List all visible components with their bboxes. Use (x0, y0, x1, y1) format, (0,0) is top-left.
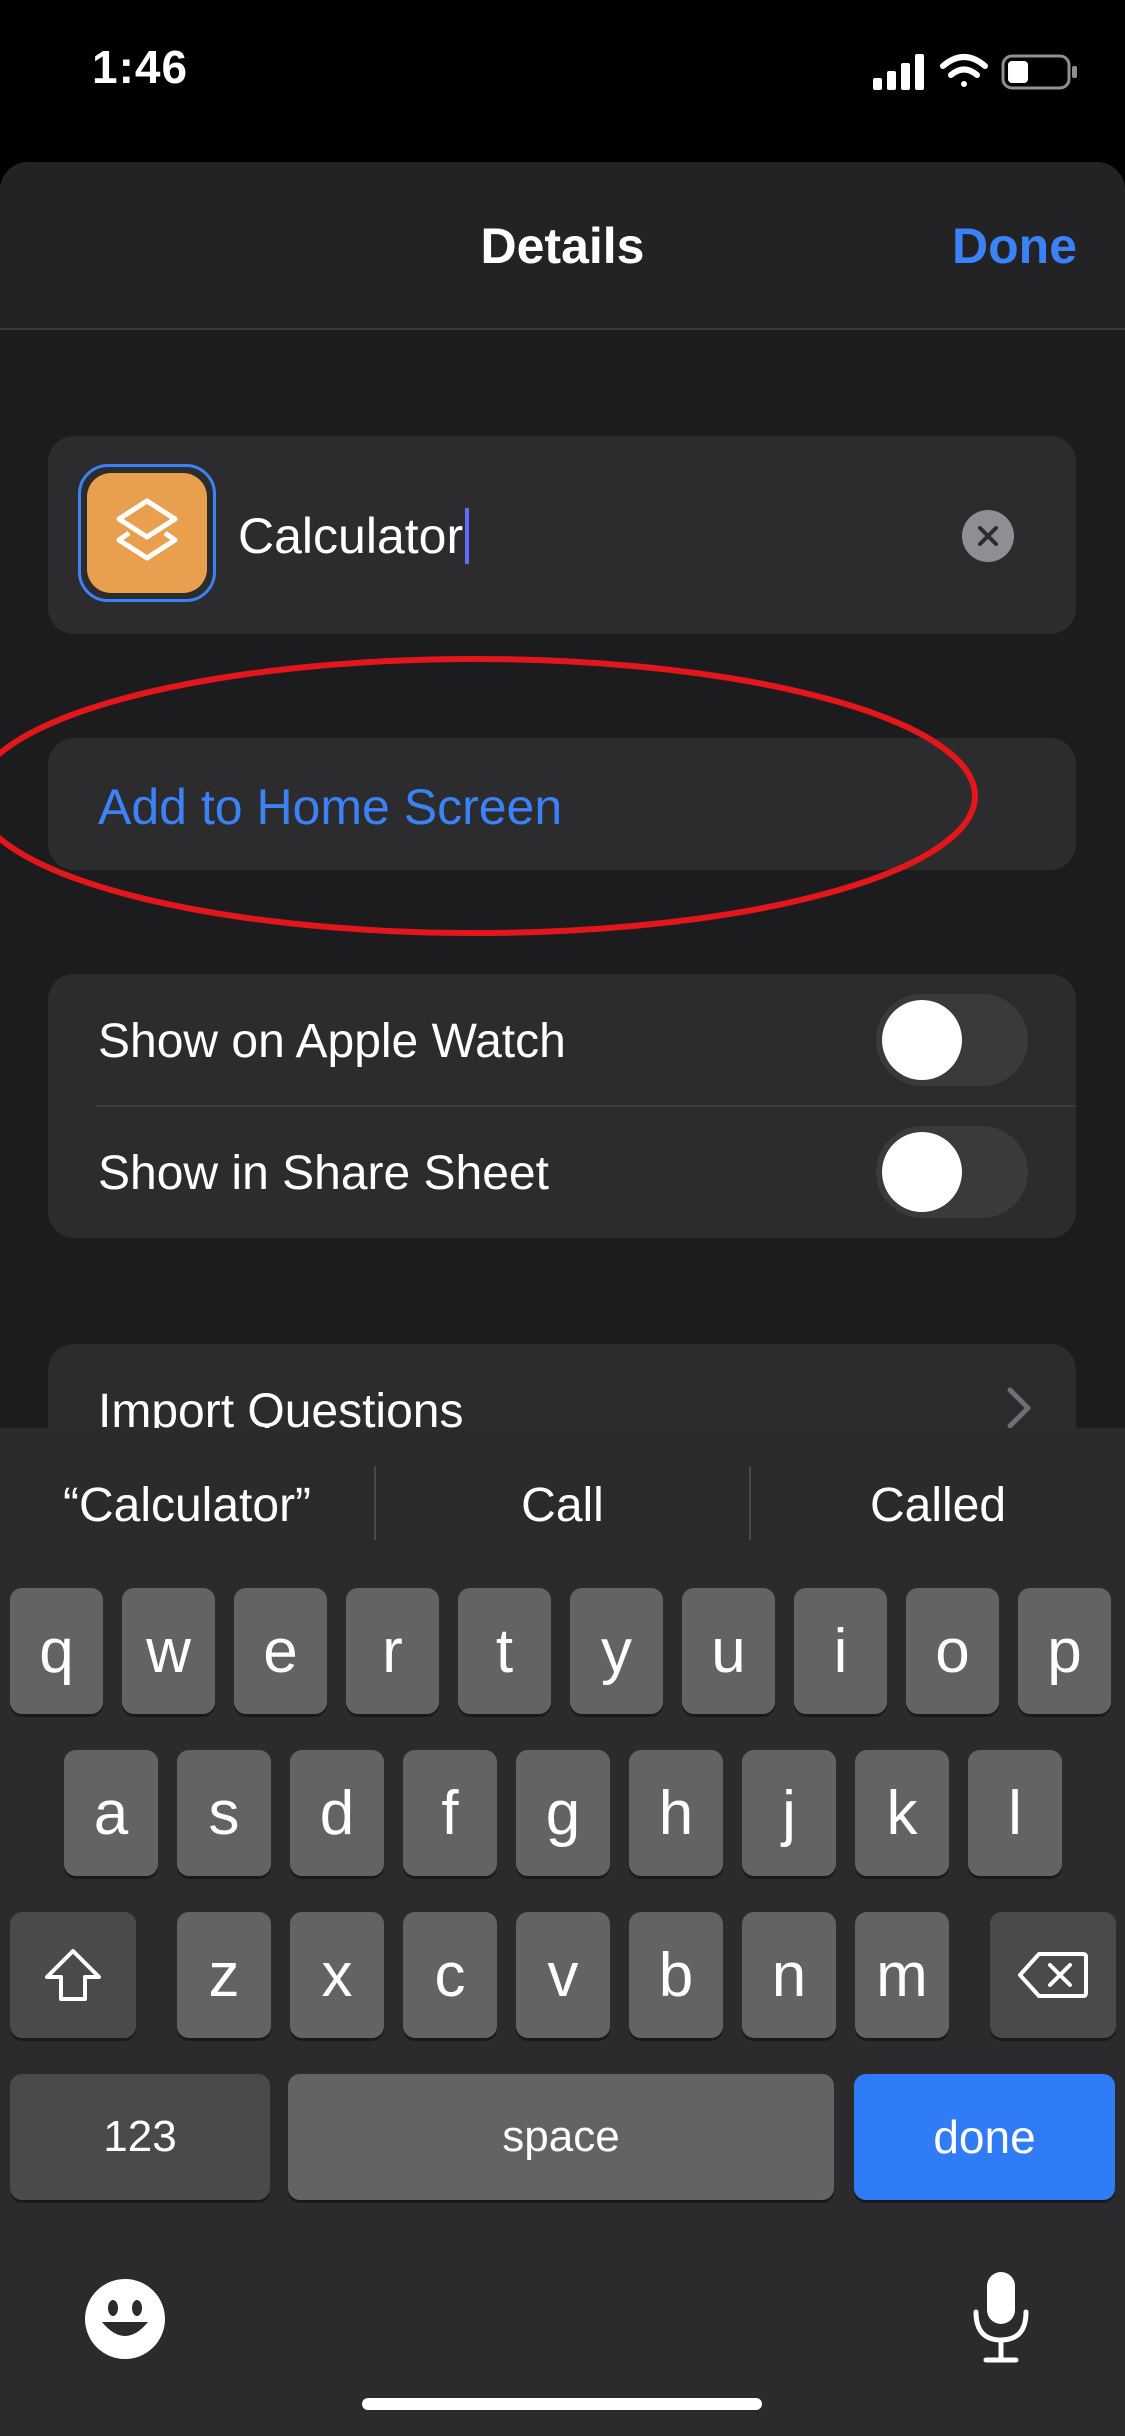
status-icons (873, 52, 1081, 92)
key-z[interactable]: z (177, 1912, 271, 2038)
numbers-key[interactable]: 123 (10, 2074, 270, 2200)
microphone-icon[interactable] (968, 2268, 1034, 2368)
status-bar: 1:46 (0, 0, 1125, 150)
signal-icon (873, 54, 924, 90)
shortcut-name-input[interactable]: Calculator (238, 500, 938, 572)
suggestion-2[interactable]: Call (376, 1478, 749, 1533)
switch-knob (882, 1000, 962, 1080)
suggestion-bar: “Calculator” Call Called (0, 1428, 1125, 1578)
add-to-home-screen-label: Add to Home Screen (98, 779, 563, 835)
layers-icon (87, 473, 207, 593)
wifi-icon (940, 54, 988, 87)
show-in-share-sheet-switch[interactable] (876, 1126, 1028, 1218)
suggestion-1[interactable]: “Calculator” (0, 1478, 374, 1533)
key-o[interactable]: o (906, 1588, 999, 1714)
space-key[interactable]: space (288, 2074, 834, 2200)
key-d[interactable]: d (290, 1750, 384, 1876)
backspace-icon (1018, 1952, 1088, 1998)
key-r[interactable]: r (346, 1588, 439, 1714)
key-u[interactable]: u (682, 1588, 775, 1714)
add-to-home-screen-button[interactable]: Add to Home Screen (48, 738, 1076, 870)
key-b[interactable]: b (629, 1912, 723, 2038)
shift-icon (45, 1949, 101, 2001)
toggle-row-share-sheet: Show in Share Sheet (48, 1106, 1076, 1238)
key-q[interactable]: q (10, 1588, 103, 1714)
key-m[interactable]: m (855, 1912, 949, 2038)
key-y[interactable]: y (570, 1588, 663, 1714)
nav-bar: Details Done (0, 162, 1125, 330)
key-k[interactable]: k (855, 1750, 949, 1876)
key-w[interactable]: w (122, 1588, 215, 1714)
toggle-row-apple-watch: Show on Apple Watch (48, 974, 1076, 1107)
toggle-label: Show in Share Sheet (98, 1147, 549, 1200)
key-t[interactable]: t (458, 1588, 551, 1714)
shortcut-name-card: Calculator (48, 436, 1076, 634)
close-icon (978, 526, 998, 546)
status-time: 1:46 (92, 41, 189, 93)
toggle-label: Show on Apple Watch (98, 1015, 566, 1068)
shift-key[interactable] (10, 1912, 136, 2038)
battery-icon (1001, 54, 1077, 90)
key-i[interactable]: i (794, 1588, 887, 1714)
home-indicator[interactable] (362, 2398, 762, 2410)
key-x[interactable]: x (290, 1912, 384, 2038)
suggestion-3[interactable]: Called (751, 1478, 1125, 1533)
show-on-apple-watch-switch[interactable] (876, 994, 1028, 1086)
done-button[interactable]: Done (952, 217, 1077, 275)
chevron-right-icon (1007, 1387, 1031, 1429)
key-s[interactable]: s (177, 1750, 271, 1876)
delete-key[interactable] (990, 1912, 1116, 2038)
clear-text-button[interactable] (962, 510, 1014, 562)
key-v[interactable]: v (516, 1912, 610, 2038)
key-l[interactable]: l (968, 1750, 1062, 1876)
key-j[interactable]: j (742, 1750, 836, 1876)
toggle-card: Show on Apple Watch Show in Share Sheet (48, 974, 1076, 1238)
key-c[interactable]: c (403, 1912, 497, 2038)
keyboard-done-key[interactable]: done (854, 2074, 1115, 2200)
key-e[interactable]: e (234, 1588, 327, 1714)
emoji-icon[interactable] (84, 2278, 166, 2360)
text-caret (465, 508, 470, 564)
key-g[interactable]: g (516, 1750, 610, 1876)
key-p[interactable]: p (1018, 1588, 1111, 1714)
key-f[interactable]: f (403, 1750, 497, 1876)
key-n[interactable]: n (742, 1912, 836, 2038)
keyboard: “Calculator” Call Called q w e r t y u i… (0, 1428, 1125, 2436)
key-h[interactable]: h (629, 1750, 723, 1876)
switch-knob (882, 1132, 962, 1212)
key-a[interactable]: a (64, 1750, 158, 1876)
shortcut-name-text: Calculator (238, 508, 464, 564)
shortcut-icon-button[interactable] (78, 464, 216, 602)
